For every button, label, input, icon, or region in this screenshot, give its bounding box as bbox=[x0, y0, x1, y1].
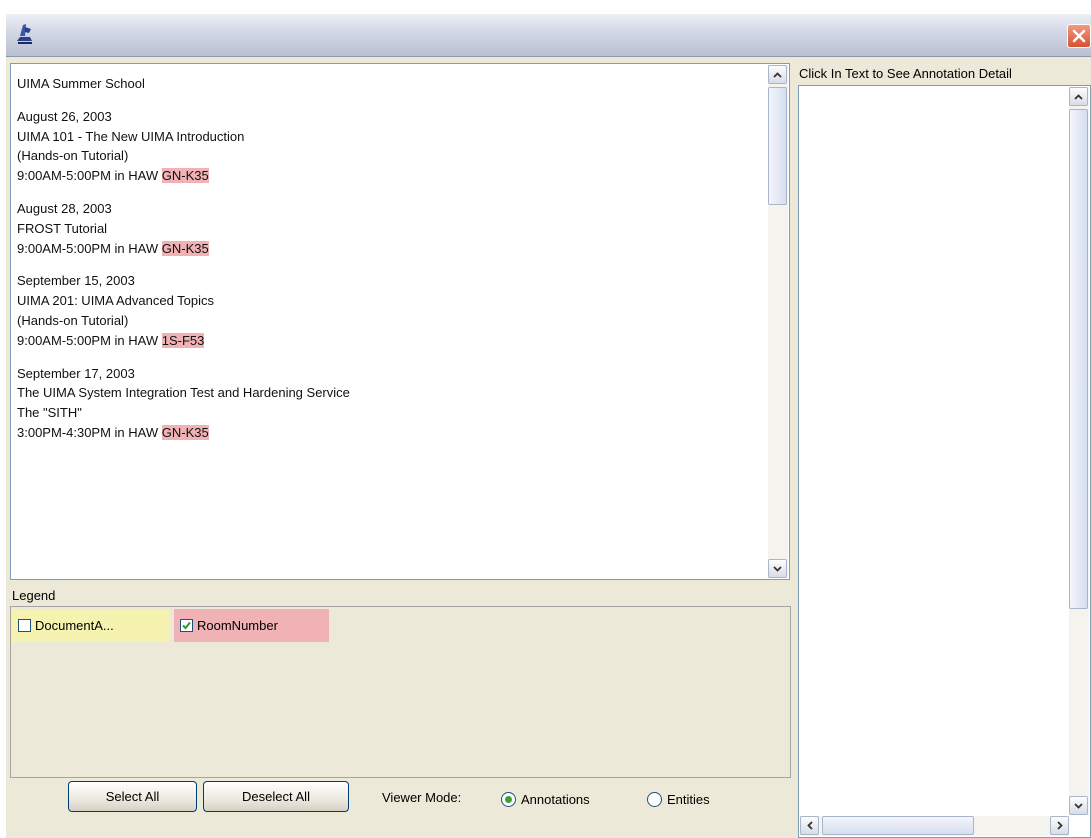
legend-panel: DocumentA... RoomNumber bbox=[10, 606, 791, 778]
text-line[interactable]: September 17, 2003 bbox=[17, 364, 762, 384]
detail-vertical-scrollbar[interactable] bbox=[1069, 87, 1089, 815]
text-line[interactable]: The "SITH" bbox=[17, 403, 762, 423]
detail-horizontal-scrollbar[interactable] bbox=[800, 816, 1069, 836]
text-line[interactable]: 3:00PM-4:30PM in HAW GN-K35 bbox=[17, 423, 762, 443]
checkbox[interactable] bbox=[180, 619, 193, 632]
chevron-down-icon bbox=[773, 565, 782, 572]
text-line[interactable]: 9:00AM-5:00PM in HAW 1S-F53 bbox=[17, 331, 762, 351]
text-line[interactable]: August 28, 2003 bbox=[17, 199, 762, 219]
text-span[interactable]: UIMA 201: UIMA Advanced Topics bbox=[17, 293, 214, 308]
text-span[interactable]: (Hands-on Tutorial) bbox=[17, 148, 128, 163]
legend-item-roomnumber[interactable]: RoomNumber bbox=[174, 609, 329, 642]
text-line[interactable]: UIMA 201: UIMA Advanced Topics bbox=[17, 291, 762, 311]
scroll-thumb[interactable] bbox=[1069, 109, 1088, 609]
text-line[interactable]: (Hands-on Tutorial) bbox=[17, 311, 762, 331]
text-span[interactable]: 3:00PM-4:30PM in HAW bbox=[17, 425, 162, 440]
text-line[interactable]: 9:00AM-5:00PM in HAW GN-K35 bbox=[17, 166, 762, 186]
annotation-detail-title: Click In Text to See Annotation Detail bbox=[799, 66, 1012, 81]
legend-item-label: DocumentA... bbox=[35, 618, 114, 633]
text-span[interactable]: (Hands-on Tutorial) bbox=[17, 313, 128, 328]
text-vertical-scrollbar[interactable] bbox=[768, 65, 788, 578]
scroll-right-button[interactable] bbox=[1050, 816, 1069, 835]
room-number-annotation[interactable]: GN-K35 bbox=[161, 424, 209, 440]
text-line[interactable]: September 15, 2003 bbox=[17, 271, 762, 291]
deselect-all-button[interactable]: Deselect All bbox=[203, 781, 349, 812]
text-line[interactable]: UIMA Summer School bbox=[17, 74, 762, 94]
scroll-down-button[interactable] bbox=[768, 559, 787, 578]
radio-entities[interactable]: Entities bbox=[647, 792, 710, 807]
chevron-up-icon bbox=[773, 71, 782, 78]
text-span[interactable]: August 28, 2003 bbox=[17, 201, 112, 216]
text-span[interactable]: September 17, 2003 bbox=[17, 366, 135, 381]
legend-item-label: RoomNumber bbox=[197, 618, 278, 633]
chevron-left-icon bbox=[806, 821, 813, 830]
text-line[interactable]: (Hands-on Tutorial) bbox=[17, 146, 762, 166]
text-span[interactable]: 9:00AM-5:00PM in HAW bbox=[17, 241, 162, 256]
text-line[interactable]: FROST Tutorial bbox=[17, 219, 762, 239]
checkmark-icon bbox=[182, 621, 191, 630]
text-span[interactable]: The "SITH" bbox=[17, 405, 82, 420]
scroll-down-button[interactable] bbox=[1069, 796, 1088, 815]
text-span[interactable]: The UIMA System Integration Test and Har… bbox=[17, 385, 350, 400]
room-number-annotation[interactable]: 1S-F53 bbox=[161, 332, 205, 348]
text-span[interactable]: September 15, 2003 bbox=[17, 273, 135, 288]
text-span[interactable]: UIMA 101 - The New UIMA Introduction bbox=[17, 129, 244, 144]
radio-button[interactable] bbox=[647, 792, 662, 807]
chevron-right-icon bbox=[1056, 821, 1063, 830]
room-number-annotation[interactable]: GN-K35 bbox=[161, 168, 209, 184]
close-button[interactable] bbox=[1067, 24, 1091, 48]
document-text[interactable]: UIMA Summer School August 26, 2003 UIMA 10… bbox=[17, 74, 762, 443]
text-span[interactable]: UIMA Summer School bbox=[17, 76, 145, 91]
checkbox[interactable] bbox=[18, 619, 31, 632]
document-text-pane[interactable]: UIMA Summer School August 26, 2003 UIMA 10… bbox=[10, 63, 790, 580]
title-bar bbox=[6, 14, 1091, 57]
viewer-mode-label: Viewer Mode: bbox=[382, 790, 462, 805]
radio-annotations[interactable]: Annotations bbox=[501, 792, 590, 807]
chevron-down-icon bbox=[1074, 802, 1083, 809]
text-span[interactable]: 9:00AM-5:00PM in HAW bbox=[17, 333, 162, 348]
room-number-annotation[interactable]: GN-K35 bbox=[161, 240, 209, 256]
radio-label: Entities bbox=[667, 792, 710, 807]
app-logo-icon bbox=[14, 21, 36, 48]
text-line[interactable]: August 26, 2003 bbox=[17, 107, 762, 127]
chevron-up-icon bbox=[1074, 93, 1083, 100]
annotation-detail-pane[interactable] bbox=[798, 85, 1091, 838]
text-line[interactable]: UIMA 101 - The New UIMA Introduction bbox=[17, 127, 762, 147]
close-icon bbox=[1072, 29, 1086, 43]
scroll-thumb[interactable] bbox=[768, 87, 787, 205]
select-all-button[interactable]: Select All bbox=[68, 781, 197, 812]
radio-label: Annotations bbox=[521, 792, 590, 807]
scroll-up-button[interactable] bbox=[1069, 87, 1088, 106]
text-span[interactable]: 9:00AM-5:00PM in HAW bbox=[17, 168, 162, 183]
annotation-viewer-window: UIMA Summer School August 26, 2003 UIMA 10… bbox=[6, 14, 1091, 838]
scroll-up-button[interactable] bbox=[768, 65, 787, 84]
scroll-left-button[interactable] bbox=[800, 816, 819, 835]
legend-label: Legend bbox=[12, 588, 56, 603]
text-line[interactable]: 9:00AM-5:00PM in HAW GN-K35 bbox=[17, 239, 762, 259]
radio-button[interactable] bbox=[501, 792, 516, 807]
text-span[interactable]: FROST Tutorial bbox=[17, 221, 107, 236]
text-line[interactable]: The UIMA System Integration Test and Har… bbox=[17, 383, 762, 403]
legend-item-documentannotation[interactable]: DocumentA... bbox=[12, 609, 169, 642]
text-span[interactable]: August 26, 2003 bbox=[17, 109, 112, 124]
scroll-thumb[interactable] bbox=[822, 816, 974, 835]
